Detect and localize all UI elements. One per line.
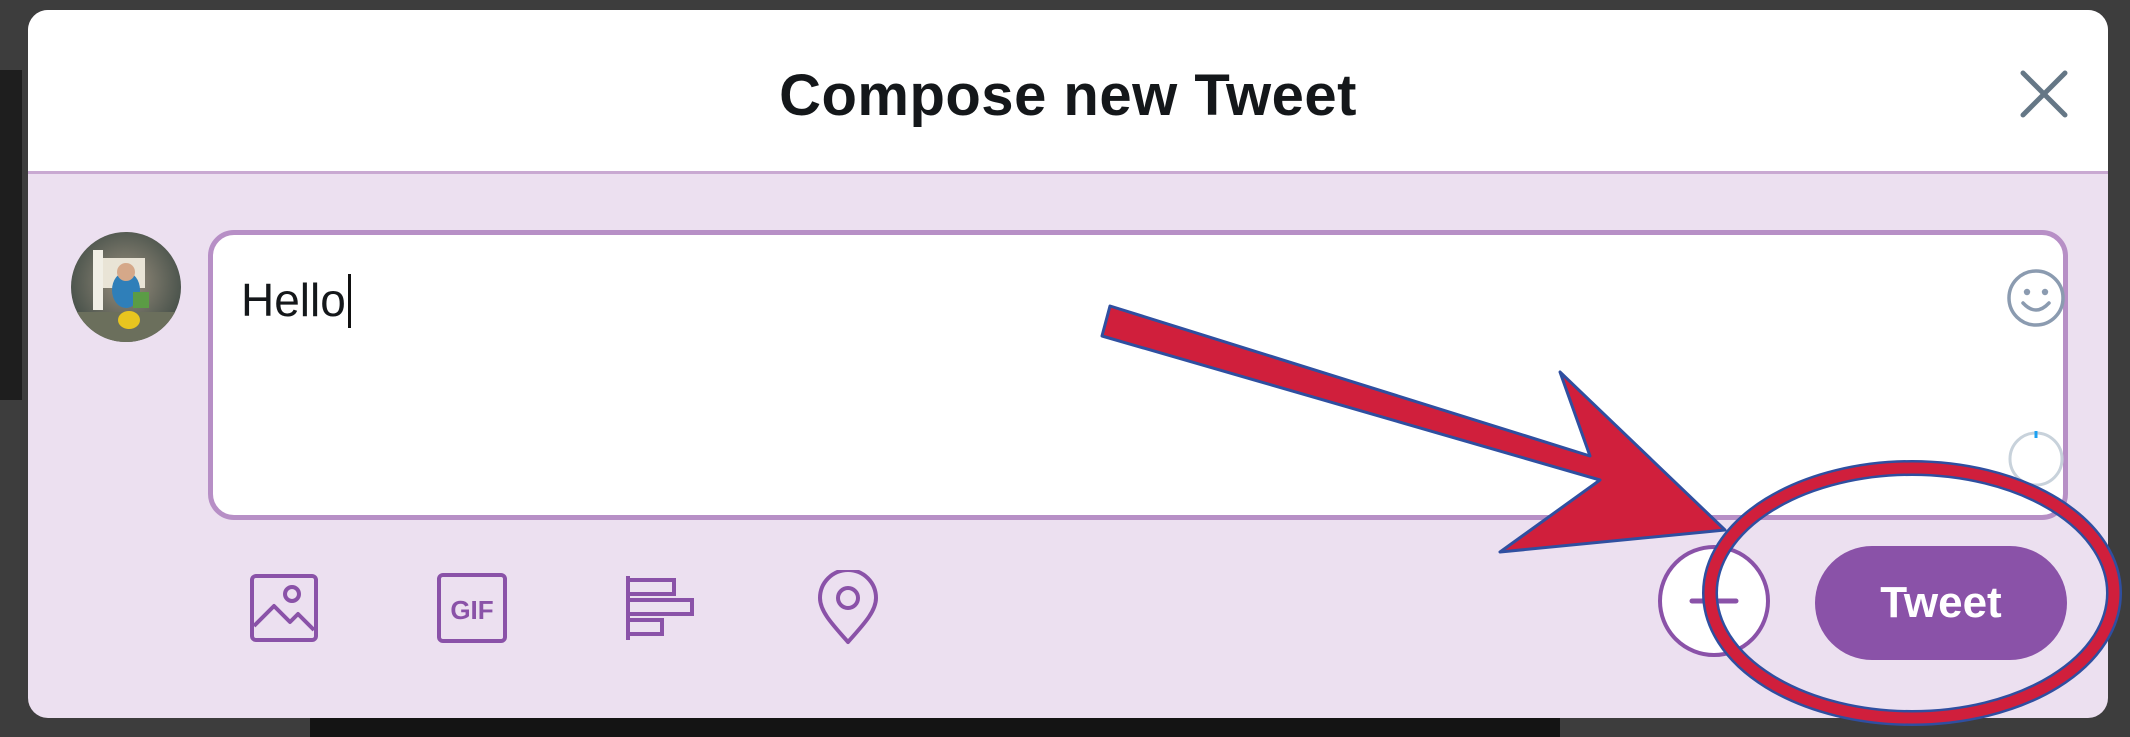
background-page-bottom [310,718,1560,737]
text-caret [347,274,351,328]
gif-icon[interactable]: GIF [434,570,510,646]
plus-icon [1689,576,1739,626]
close-icon[interactable] [2013,63,2075,125]
tweet-text-content: Hello [241,273,351,328]
tweet-button[interactable]: Tweet [1815,546,2067,660]
gif-label: GIF [450,595,493,625]
character-count-ring [2005,428,2067,490]
modal-header: Compose new Tweet [28,10,2108,174]
avatar[interactable] [71,232,181,342]
add-tweet-button[interactable] [1658,545,1770,657]
poll-icon[interactable] [622,570,698,646]
tweet-text-input[interactable]: Hello [208,230,2068,520]
image-icon[interactable] [246,570,322,646]
compose-tweet-modal: Compose new Tweet Hello GIF Tweet [28,10,2108,718]
smiley-icon[interactable] [2005,267,2067,329]
location-icon[interactable] [810,568,886,646]
modal-title: Compose new Tweet [779,63,1357,128]
background-page [0,70,22,400]
